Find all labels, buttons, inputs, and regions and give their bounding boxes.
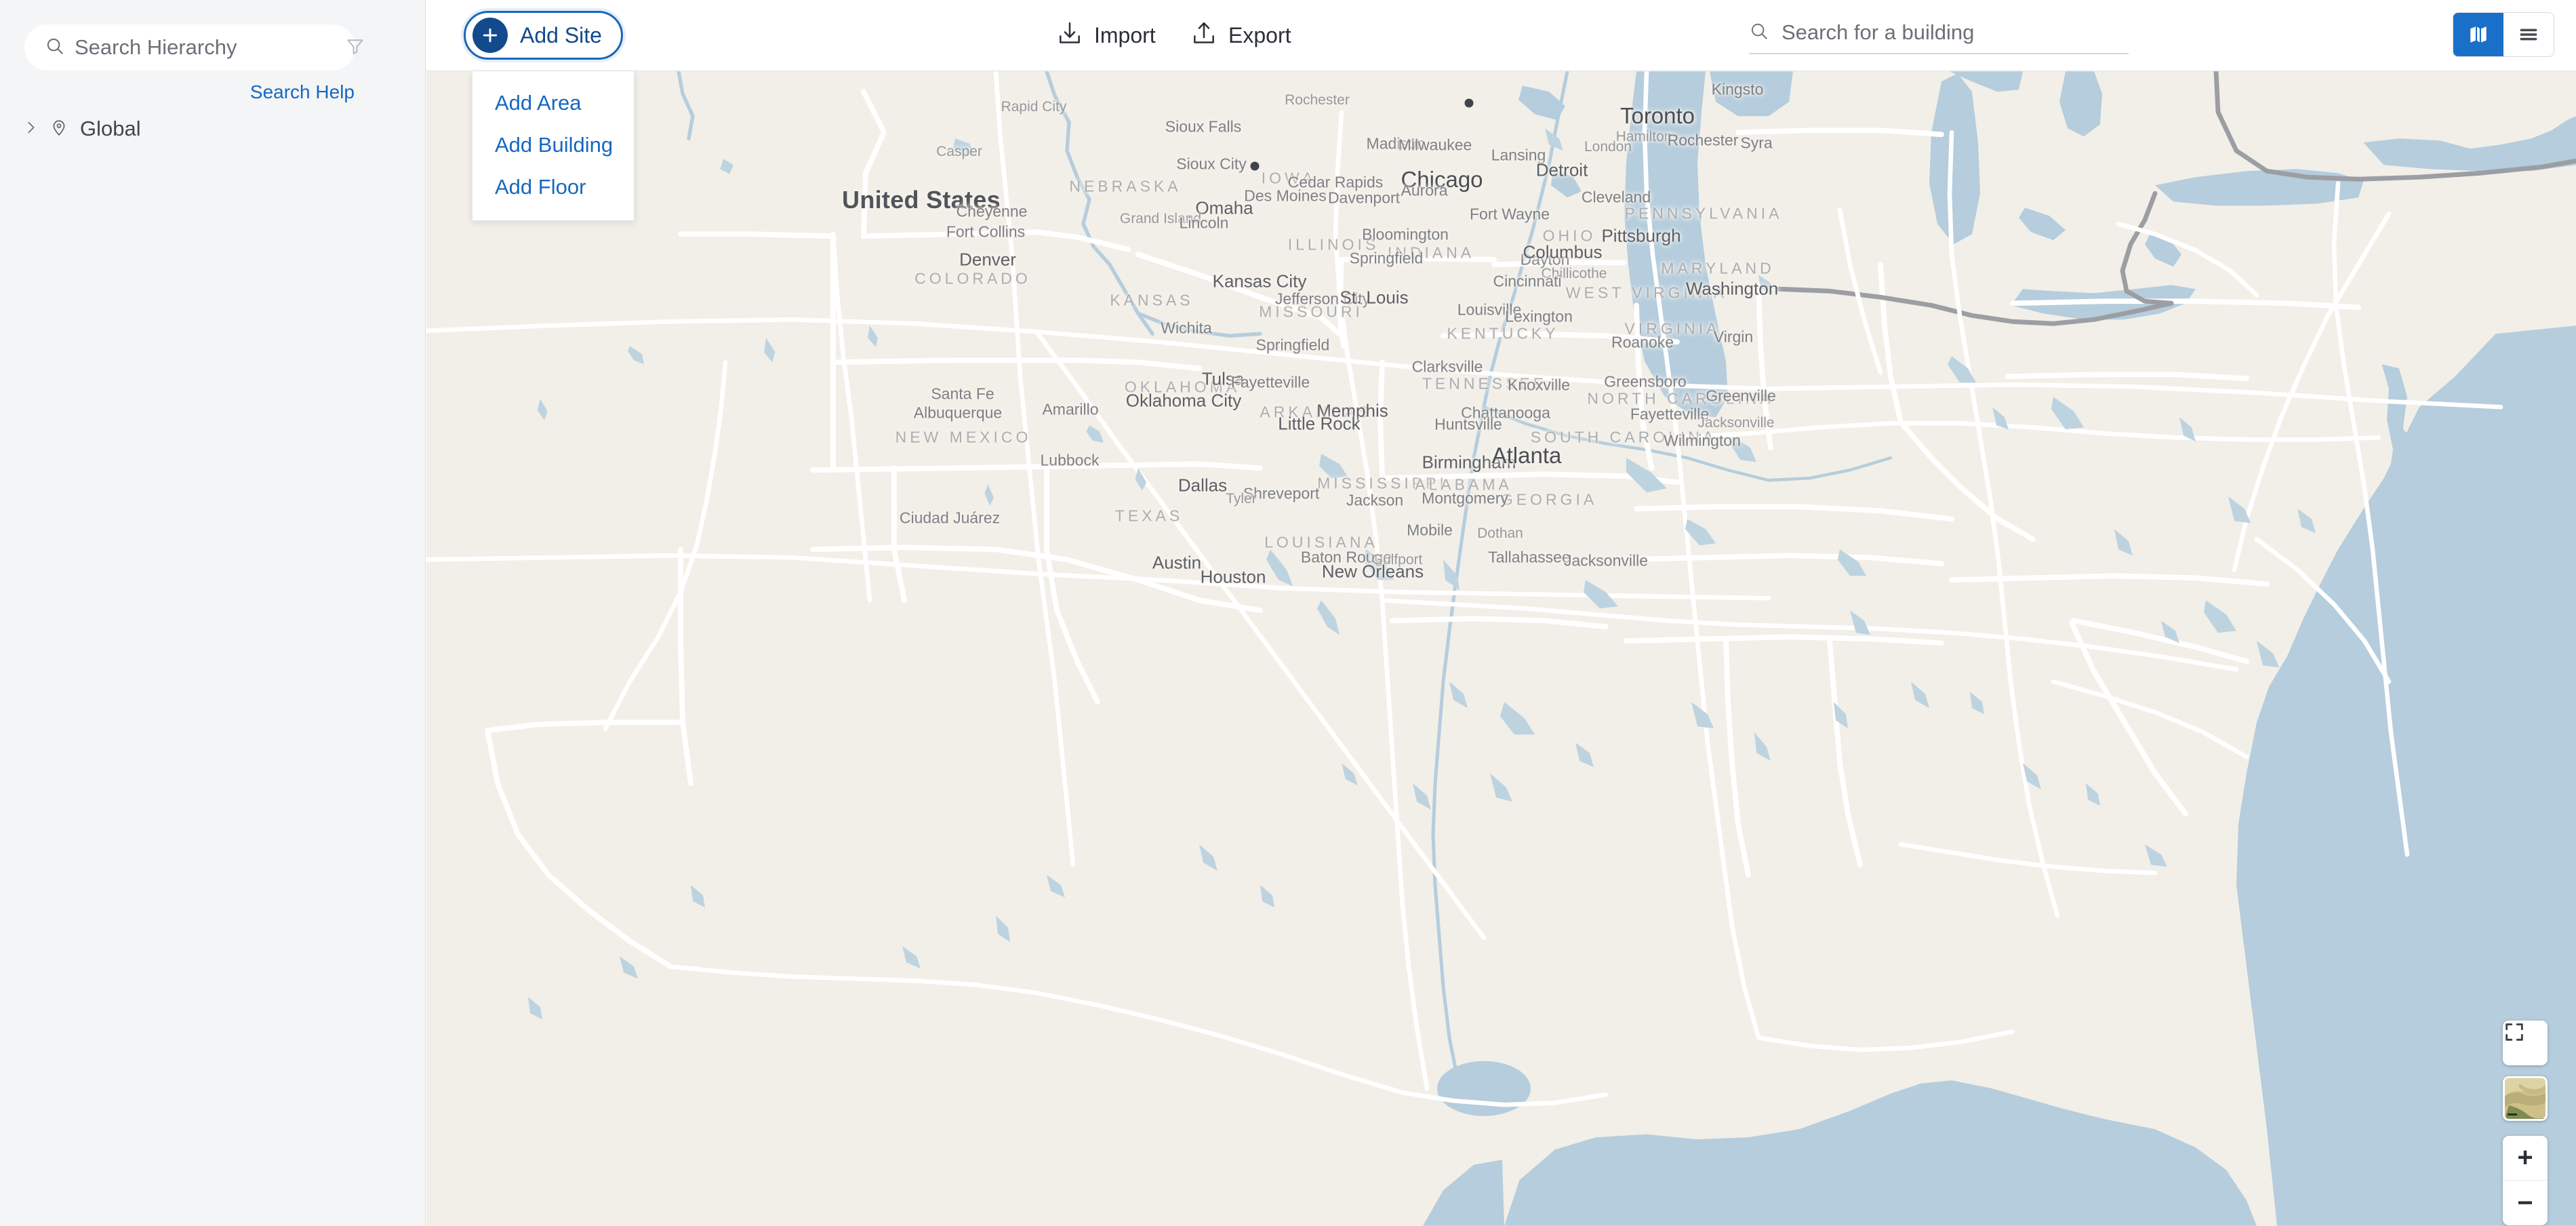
add-site-label: Add Site — [520, 22, 602, 47]
chevron-right-icon[interactable] — [23, 119, 38, 140]
satellite-layer-icon — [2505, 1078, 2545, 1119]
import-button[interactable]: Import — [1056, 14, 1156, 57]
zoom-in-button[interactable]: + — [2503, 1136, 2548, 1181]
map-canvas[interactable]: United States NEBRASKA IOWA COLORADO ILLINO… — [426, 71, 2576, 1226]
map-icon — [2470, 26, 2487, 43]
search-icon — [45, 36, 65, 60]
site-hierarchy-map-app: Search Help Global — [0, 0, 2576, 1226]
export-button[interactable]: Export — [1190, 14, 1291, 57]
list-view-toggle-button[interactable] — [2503, 13, 2554, 56]
fullscreen-button[interactable] — [2503, 1021, 2548, 1065]
menu-item-add-floor[interactable]: Add Floor — [472, 166, 634, 208]
view-mode-toggle — [2453, 12, 2554, 57]
import-label: Import — [1094, 22, 1156, 47]
filter-icon[interactable] — [345, 36, 365, 60]
search-icon — [1749, 21, 1769, 45]
list-hamburger-icon — [2520, 28, 2537, 41]
search-input[interactable] — [75, 35, 345, 60]
import-download-icon — [1056, 20, 1083, 52]
main-toolbar: Add Site Import Export — [426, 0, 2576, 71]
building-search-box[interactable] — [1749, 9, 2129, 54]
zoom-out-button[interactable]: − — [2503, 1181, 2548, 1225]
add-site-dropdown-menu: Add Area Add Building Add Floor — [472, 71, 635, 221]
add-site-button[interactable]: Add Site — [464, 11, 623, 60]
tree-item-global[interactable]: Global — [23, 117, 141, 141]
menu-item-add-area[interactable]: Add Area — [472, 82, 634, 124]
search-help-link[interactable]: Search Help — [250, 81, 355, 103]
export-upload-icon — [1190, 20, 1217, 52]
hierarchy-search-box[interactable] — [24, 24, 363, 71]
map-view-toggle-button[interactable] — [2453, 13, 2503, 56]
map-city-marker[interactable] — [1250, 161, 1260, 171]
map-geometry — [426, 71, 2576, 1226]
tree-item-label: Global — [80, 117, 141, 140]
map-city-marker[interactable] — [1464, 98, 1474, 108]
menu-item-add-building[interactable]: Add Building — [472, 124, 634, 166]
map-layer-toggle-button[interactable] — [2503, 1076, 2548, 1121]
plus-icon — [472, 18, 508, 53]
hierarchy-sidebar: Search Help Global — [0, 0, 426, 1226]
building-search-input[interactable] — [1782, 20, 2129, 47]
export-label: Export — [1228, 22, 1291, 47]
zoom-controls: + − — [2503, 1136, 2548, 1225]
location-pin-icon — [50, 117, 68, 141]
fullscreen-expand-icon — [2505, 1023, 2523, 1041]
